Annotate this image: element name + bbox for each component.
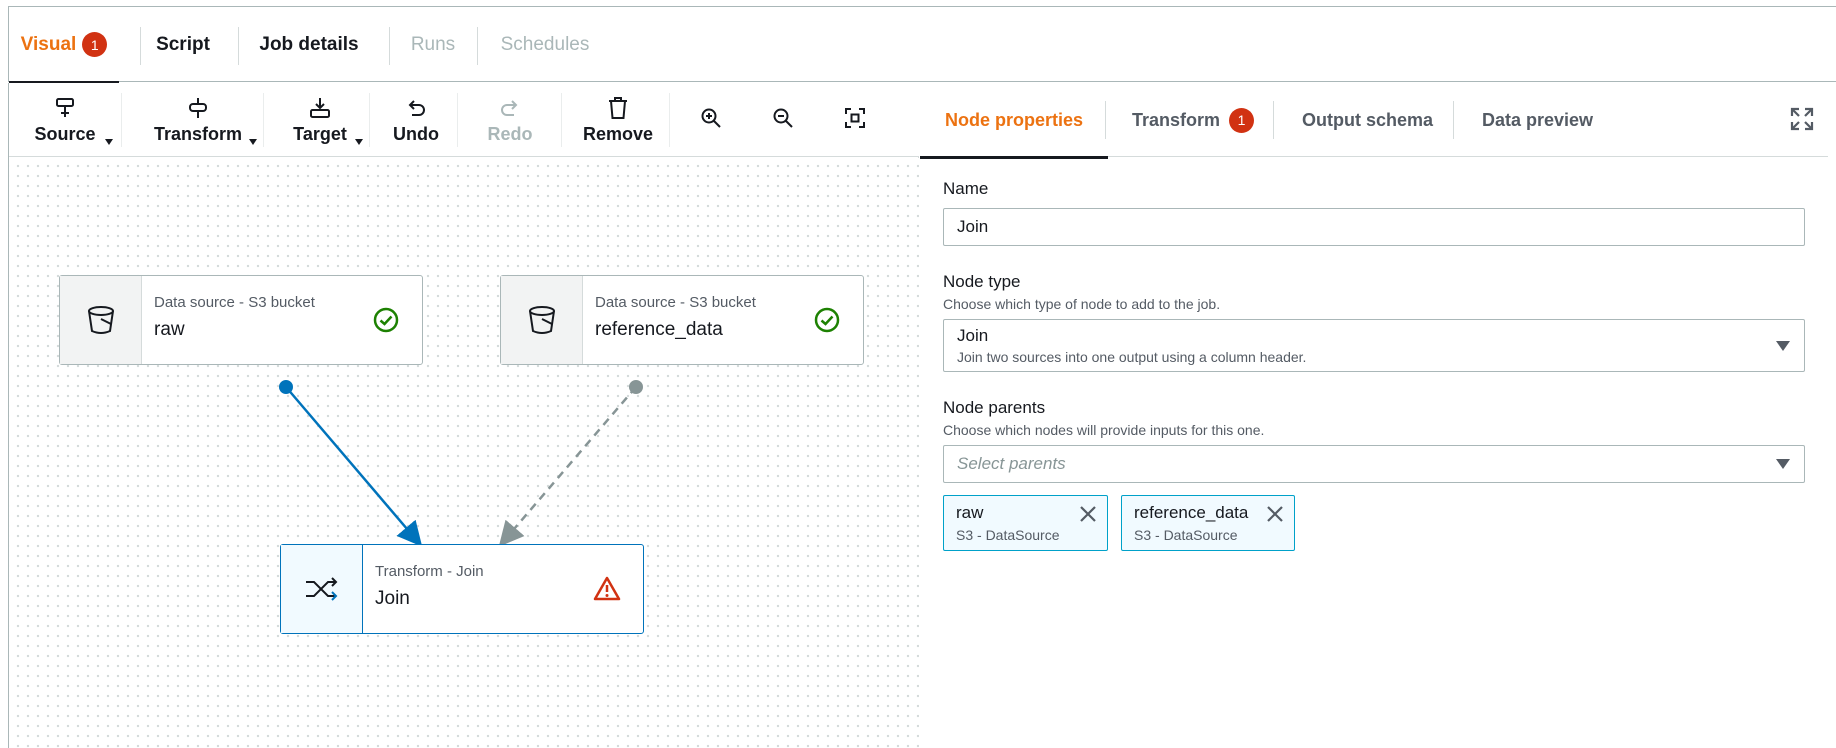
node-raw[interactable]: Data source - S3 bucket raw: [59, 275, 423, 365]
redo-icon: [501, 99, 518, 116]
tab-data-preview[interactable]: Data preview: [1482, 83, 1593, 157]
node-join[interactable]: Transform - Join Join: [280, 544, 644, 634]
tab-schedules[interactable]: Schedules: [477, 7, 613, 82]
job-graph-canvas[interactable]: Data source - S3 bucket raw Data source …: [9, 158, 919, 748]
edge-raw-to-join: [285, 386, 423, 547]
tab-output-schema-label: Output schema: [1302, 109, 1434, 130]
panel-tab-bar: Node properties Transform 1 Output schem…: [919, 83, 1828, 159]
glue-studio-editor: Visual 1 Script Job details Runs Schedul…: [0, 0, 1836, 748]
close-icon[interactable]: [1079, 505, 1097, 523]
visual-editor: Source Transform Target Undo Redo Remove…: [8, 83, 919, 748]
tab-job-details-label: Job details: [259, 33, 359, 55]
source-label: Source: [34, 123, 96, 144]
transform-label: Transform: [153, 123, 243, 144]
target-label: Target: [293, 123, 347, 144]
trash-icon: [609, 96, 627, 119]
tab-output-schema[interactable]: Output schema: [1302, 83, 1433, 157]
tab-transform-badge: 1: [1229, 107, 1255, 133]
fit-view-icon: [845, 108, 865, 128]
selected-parents: raw S3 - DataSource reference_data S3 - …: [943, 495, 1805, 551]
tab-transform[interactable]: Transform 1: [1132, 83, 1255, 157]
node-parents-select[interactable]: Select parents: [943, 445, 1805, 483]
zoom-in-icon: [701, 108, 721, 128]
caret-down-icon: [1776, 340, 1790, 351]
node-type-description: Choose which type of node to add to the …: [943, 296, 1221, 312]
edge-reference-to-join: [498, 386, 637, 547]
edge-reference-handle: [629, 380, 643, 394]
caret-down-icon: [1776, 459, 1790, 469]
check-circle-icon: [814, 307, 840, 333]
tab-node-properties[interactable]: Node properties: [919, 83, 1109, 159]
top-tab-bar: Visual 1 Script Job details Runs Schedul…: [8, 6, 1836, 84]
tab-visual[interactable]: Visual 1: [9, 7, 119, 84]
transform-icon: [189, 97, 207, 118]
node-parents-description: Choose which nodes will provide inputs f…: [943, 422, 1265, 438]
expand-icon[interactable]: [1788, 105, 1816, 133]
undo-icon: [408, 99, 425, 116]
tab-node-properties-label: Node properties: [945, 109, 1084, 130]
close-icon[interactable]: [1266, 505, 1284, 523]
source-button[interactable]: Source: [17, 83, 113, 157]
transform-caret-icon: [249, 139, 257, 145]
tab-runs-label: Runs: [410, 33, 456, 55]
parent-token-title: reference_data: [1134, 503, 1249, 522]
tab-transform-label: Transform: [1132, 109, 1221, 130]
zoom-in-button[interactable]: [687, 83, 735, 157]
target-icon: [310, 97, 330, 118]
node-type-value: Join: [957, 326, 989, 345]
tab-job-details[interactable]: Job details: [238, 7, 380, 82]
name-label: Name: [943, 179, 989, 198]
canvas-toolbar: Source Transform Target Undo Redo Remove: [9, 83, 919, 157]
parent-token-subtitle: S3 - DataSource: [1134, 527, 1238, 543]
node-parents-placeholder: Select parents: [957, 454, 1066, 473]
tab-runs[interactable]: Runs: [389, 7, 477, 82]
remove-label: Remove: [582, 123, 654, 144]
tab-visual-label: Visual: [20, 33, 77, 55]
parent-token-reference-data: reference_data S3 - DataSource: [1121, 495, 1295, 551]
zoom-out-button[interactable]: [759, 83, 807, 157]
source-caret-icon: [105, 139, 113, 145]
node-details-panel: Node properties Transform 1 Output schem…: [919, 83, 1836, 748]
node-type-value-description: Join two sources into one output using a…: [957, 349, 1307, 365]
zoom-out-icon: [773, 108, 793, 128]
node-type-label: Node type: [943, 272, 1021, 291]
node-reference-data[interactable]: Data source - S3 bucket reference_data: [500, 275, 864, 365]
fit-view-button[interactable]: [831, 83, 879, 157]
name-input[interactable]: Join: [943, 208, 1805, 246]
transform-button[interactable]: Transform: [139, 83, 257, 157]
undo-label: Undo: [393, 123, 439, 144]
check-circle-icon: [373, 307, 399, 333]
tab-schedules-label: Schedules: [500, 33, 590, 55]
s3-bucket-icon: [528, 306, 555, 334]
tab-script-label: Script: [156, 33, 210, 55]
tab-visual-badge: 1: [82, 32, 108, 57]
target-button[interactable]: Target: [277, 83, 363, 157]
warning-icon: [593, 576, 621, 601]
join-icon: [305, 577, 337, 601]
s3-bucket-icon: [87, 306, 114, 334]
parent-token-subtitle: S3 - DataSource: [956, 527, 1060, 543]
parent-token-title: raw: [956, 503, 984, 522]
target-caret-icon: [355, 139, 363, 145]
node-properties-form: Name Join Node type Choose which type of…: [943, 179, 1805, 551]
redo-button[interactable]: Redo: [475, 83, 545, 157]
edge-raw-handle: [279, 380, 293, 394]
node-parents-label: Node parents: [943, 398, 1046, 417]
tab-script[interactable]: Script: [140, 7, 226, 82]
source-icon: [56, 97, 74, 117]
node-type-select[interactable]: Join Join two sources into one output us…: [943, 319, 1805, 372]
parent-token-raw: raw S3 - DataSource: [943, 495, 1108, 551]
graph-edges: [279, 380, 643, 547]
undo-button[interactable]: Undo: [381, 83, 451, 157]
redo-label: Redo: [487, 123, 533, 144]
tab-data-preview-label: Data preview: [1482, 109, 1594, 130]
remove-button[interactable]: Remove: [575, 83, 661, 157]
